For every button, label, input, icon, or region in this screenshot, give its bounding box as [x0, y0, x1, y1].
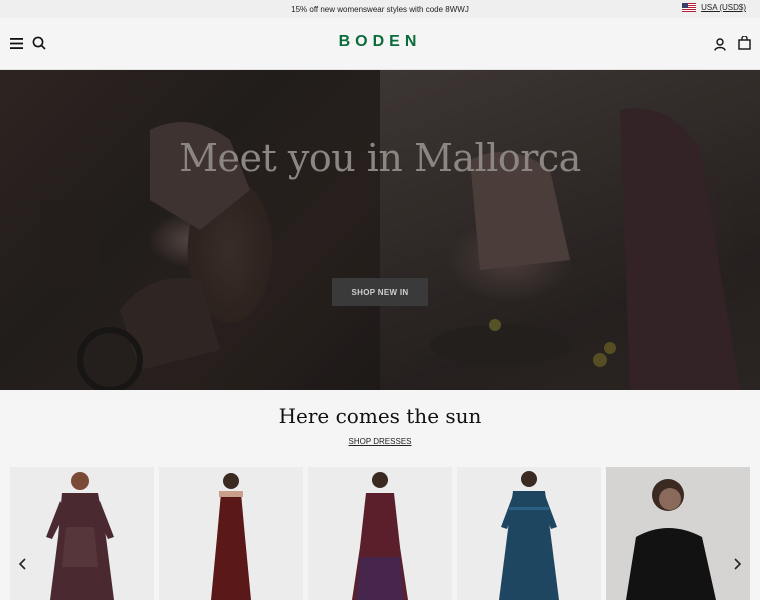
promo-bar[interactable]: 15% off new womenswear styles with code …	[0, 0, 760, 18]
shop-new-in-button[interactable]: SHOP NEW IN	[332, 278, 428, 306]
product-card-2[interactable]	[159, 467, 303, 600]
product-card-5[interactable]	[606, 467, 750, 600]
brand-logo[interactable]: BODEN	[0, 33, 760, 51]
chevron-left-icon[interactable]	[10, 550, 34, 578]
shop-dresses-link[interactable]: SHOP DRESSES	[0, 437, 760, 446]
promo-text[interactable]: 15% off new womenswear styles with code …	[291, 5, 469, 14]
locale-label: USA (USD$)	[701, 3, 746, 12]
hero-title: Meet you in Mallorca	[179, 136, 581, 180]
section-title: Here comes the sun	[278, 404, 482, 428]
chevron-right-icon[interactable]	[726, 550, 750, 578]
product-image-1	[46, 472, 114, 600]
us-flag-icon	[682, 3, 697, 12]
page: 15% off new womenswear styles with code …	[0, 0, 760, 600]
product-image-5	[606, 467, 750, 600]
product-carousel	[10, 467, 750, 600]
shopping-bag-icon[interactable]	[736, 35, 752, 51]
hero-overlay	[0, 70, 760, 390]
product-image-4	[499, 471, 559, 600]
product-card-3[interactable]	[308, 467, 452, 600]
hero-banner[interactable]	[0, 70, 760, 390]
account-icon[interactable]	[712, 36, 728, 52]
site-header: BODEN	[0, 18, 760, 70]
product-image-3	[352, 472, 408, 600]
locale-selector[interactable]: USA (USD$)	[682, 3, 746, 12]
product-image-2	[211, 473, 251, 600]
product-card-4[interactable]	[457, 467, 601, 600]
product-card-1[interactable]	[10, 467, 154, 600]
